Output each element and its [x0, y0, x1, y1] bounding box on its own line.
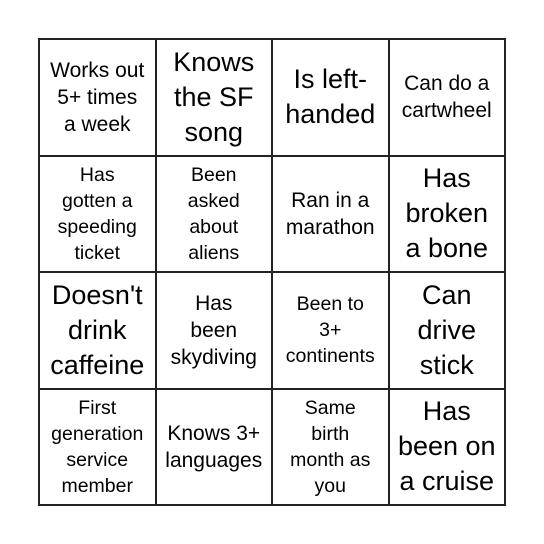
bingo-cell[interactable]: Knows the SF song	[155, 39, 272, 156]
bingo-cell[interactable]: Has broken a bone	[388, 155, 505, 272]
bingo-cell[interactable]: First generation service member	[39, 388, 156, 505]
bingo-cell[interactable]: Been asked about aliens	[155, 155, 272, 272]
bingo-cell[interactable]: Can do a cartwheel	[388, 39, 505, 156]
bingo-cell[interactable]: Knows 3+ languages	[155, 388, 272, 505]
bingo-cell[interactable]: Been to 3+ continents	[272, 272, 389, 389]
bingo-cell[interactable]: Is left- handed	[272, 39, 389, 156]
bingo-cell[interactable]: Has been on a cruise	[388, 388, 505, 505]
bingo-cell[interactable]: Can drive stick	[388, 272, 505, 389]
bingo-cell[interactable]: Has gotten a speeding ticket	[39, 155, 156, 272]
bingo-cell[interactable]: Same birth month as you	[272, 388, 389, 505]
bingo-cell[interactable]: Has been skydiving	[155, 272, 272, 389]
bingo-cell[interactable]: Works out 5+ times a week	[39, 39, 156, 156]
bingo-cell[interactable]: Ran in a marathon	[272, 155, 389, 272]
bingo-cell[interactable]: Doesn't drink caffeine	[39, 272, 156, 389]
bingo-grid: Works out 5+ times a week Knows the SF so…	[38, 38, 506, 506]
